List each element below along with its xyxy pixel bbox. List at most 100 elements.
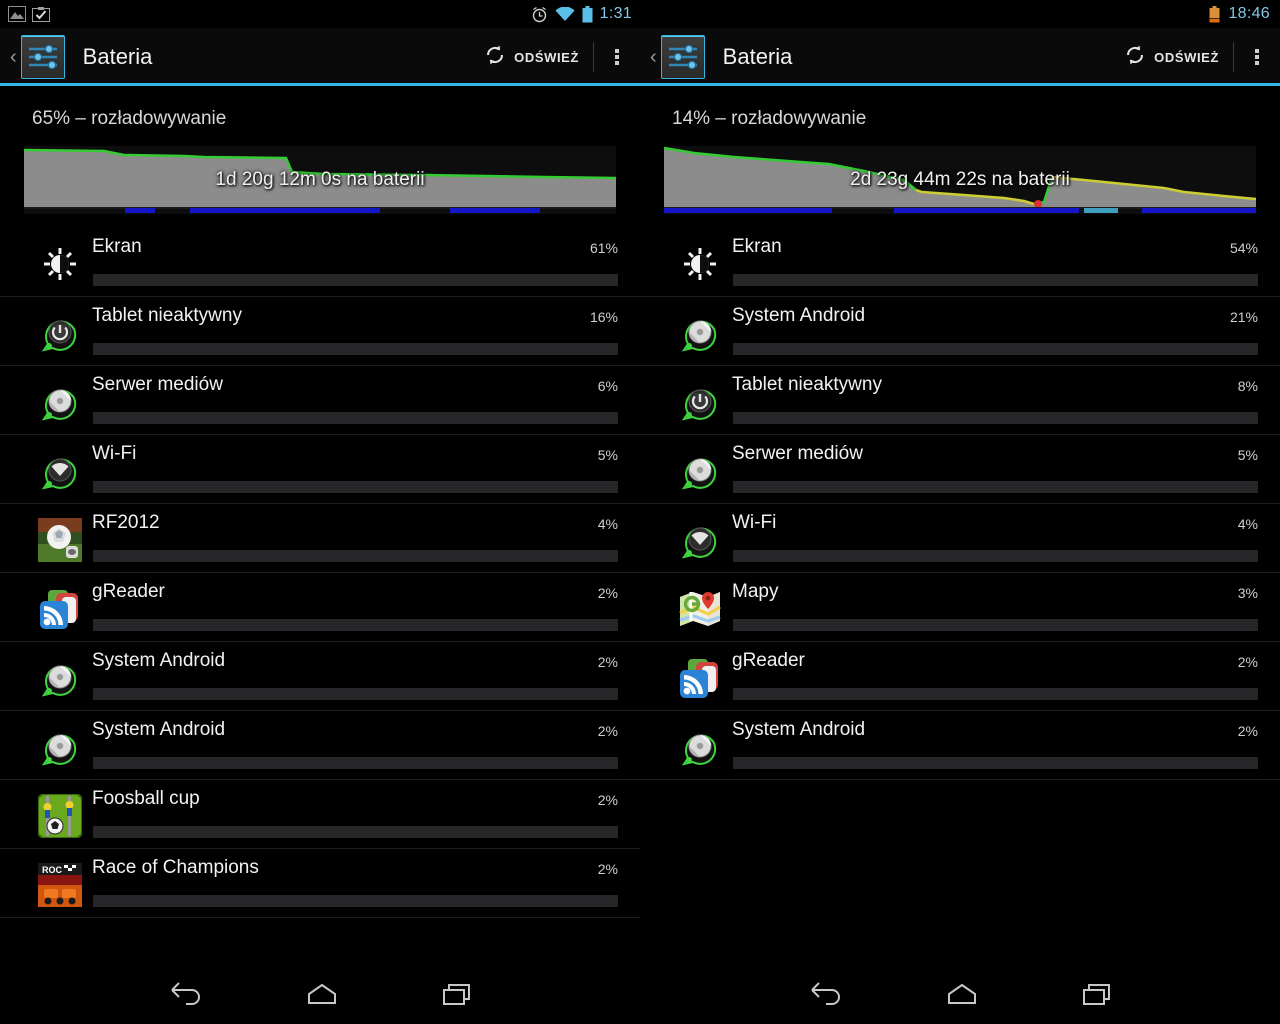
list-item[interactable]: ROC Race of Champions 2% (0, 849, 640, 918)
list-item-progress-track (733, 619, 1258, 631)
list-item[interactable]: Serwer mediów 5% (640, 435, 1280, 504)
list-item-percent: 2% (597, 861, 618, 877)
list-item[interactable]: Ekran 61% (0, 228, 640, 297)
list-item-progress-track (733, 481, 1258, 493)
recents-icon[interactable] (412, 964, 504, 1024)
list-item[interactable]: Tablet nieaktywny 16% (0, 297, 640, 366)
list-item-percent: 4% (1237, 516, 1258, 532)
action-bars: ‹ Bateria ODŚWIEŻ ‹ Bateria ODŚWIEŻ (0, 28, 1280, 86)
refresh-button-right[interactable]: ODŚWIEŻ (1114, 44, 1233, 71)
list-item[interactable]: System Android 2% (640, 711, 1280, 780)
status-bar-clock-right: 18:46 (1228, 5, 1270, 22)
list-item-name: Mapy (732, 581, 779, 602)
list-item-percent: 4% (597, 516, 618, 532)
list-item-name: Ekran (92, 236, 142, 257)
alarm-icon (531, 6, 548, 23)
settings-sliders-icon[interactable] (20, 35, 65, 79)
wifi-icon (555, 6, 575, 22)
battery-history-chart-right[interactable]: 2d 23g 44m 22s na baterii (664, 146, 1256, 214)
status-bar-notifications[interactable] (0, 6, 50, 22)
back-icon[interactable] (780, 964, 872, 1024)
list-item-name: Race of Champions (92, 857, 259, 878)
list-item-name: RF2012 (92, 512, 160, 533)
battery-panel-left: 65% – rozładowywanie 1d 20g 12m 0s na ba… (0, 86, 640, 964)
list-item[interactable]: Wi-Fi 5% (0, 435, 640, 504)
chart-event-charging (1084, 208, 1118, 213)
up-navigation-left[interactable]: ‹ (0, 47, 21, 67)
list-item-progress-track (93, 412, 618, 424)
android-system-icon (678, 311, 722, 355)
status-bar-clock-left: 1:31 (599, 5, 632, 22)
battery-summary-right: 14% – rozładowywanie (672, 108, 867, 129)
battery-low-icon (1209, 5, 1220, 23)
list-item[interactable]: Mapy 3% (640, 573, 1280, 642)
list-item[interactable]: Serwer mediów 6% (0, 366, 640, 435)
back-icon[interactable] (140, 964, 232, 1024)
android-system-icon (38, 725, 82, 769)
battery-usage-list-right: Ekran 54% System Android 21% Tablet niea… (640, 228, 1280, 780)
checkbox-tray-icon (32, 6, 50, 22)
home-icon[interactable] (276, 964, 368, 1024)
battery-history-chart-left[interactable]: 1d 20g 12m 0s na baterii (24, 146, 616, 214)
chart-event-screen-on (190, 208, 380, 213)
foosball-icon (37, 793, 83, 842)
status-bar-left-system[interactable]: 1:31 (531, 0, 632, 28)
overflow-dot (1255, 49, 1259, 53)
overflow-menu-icon-right[interactable] (1234, 28, 1280, 86)
list-item-percent: 2% (1237, 723, 1258, 739)
up-navigation-right[interactable]: ‹ (640, 47, 661, 67)
list-item[interactable]: RF2012 4% (0, 504, 640, 573)
list-item-name: Wi-Fi (92, 443, 137, 464)
android-system-icon (678, 449, 722, 493)
overflow-dot (1255, 61, 1259, 65)
refresh-icon (1124, 44, 1146, 71)
list-item-percent: 2% (597, 585, 618, 601)
list-item-progress-track (733, 274, 1258, 286)
list-item[interactable]: System Android 2% (0, 642, 640, 711)
refresh-button-left[interactable]: ODŚWIEŻ (474, 44, 593, 71)
home-icon[interactable] (916, 964, 1008, 1024)
page-title-left: Bateria (82, 44, 153, 69)
power-android-icon (678, 380, 722, 424)
battery-usage-list-left: Ekran 61% Tablet nieaktywny 16% Serwer m… (0, 228, 640, 918)
list-item-name: System Android (92, 719, 226, 740)
chart-event-screen-on (450, 208, 540, 213)
list-item-progress-track (93, 274, 618, 286)
list-item-percent: 2% (1237, 654, 1258, 670)
chart-event-screen-on (664, 208, 832, 213)
list-item[interactable]: Foosball cup 2% (0, 780, 640, 849)
list-item-percent: 5% (1237, 447, 1258, 463)
settings-sliders-icon[interactable] (660, 35, 705, 79)
list-item[interactable]: gReader 2% (640, 642, 1280, 711)
list-item-percent: 2% (597, 654, 618, 670)
list-item-progress-track (93, 481, 618, 493)
list-item-progress-track (93, 550, 618, 562)
list-item-name: Serwer mediów (92, 374, 223, 395)
battery-icon (582, 5, 593, 23)
chart-marker-low-battery (1034, 200, 1042, 208)
list-item[interactable]: Tablet nieaktywny 8% (640, 366, 1280, 435)
refresh-label-left: ODŚWIEŻ (514, 49, 579, 65)
wifi-android-icon (38, 449, 82, 493)
rf2012-icon (38, 518, 82, 566)
greader-icon (678, 659, 722, 704)
list-item-progress-track (93, 343, 618, 355)
status-bar-right-system[interactable]: 18:46 (1209, 0, 1270, 28)
greader-icon (38, 590, 82, 635)
overflow-menu-icon-left[interactable] (594, 28, 640, 86)
list-item-progress-track (93, 619, 618, 631)
list-item[interactable]: Wi-Fi 4% (640, 504, 1280, 573)
list-item[interactable]: System Android 21% (640, 297, 1280, 366)
list-item[interactable]: gReader 2% (0, 573, 640, 642)
wifi-android-icon (678, 518, 722, 562)
refresh-icon (484, 44, 506, 71)
list-item[interactable]: Ekran 54% (640, 228, 1280, 297)
list-item[interactable]: System Android 2% (0, 711, 640, 780)
recents-icon[interactable] (1052, 964, 1144, 1024)
list-item-name: System Android (732, 719, 866, 740)
list-item-percent: 61% (589, 240, 618, 256)
action-bar-right: ‹ Bateria ODŚWIEŻ (640, 28, 1280, 86)
list-item-progress-track (733, 688, 1258, 700)
chart-duration-label-right: 2d 23g 44m 22s na baterii (850, 169, 1070, 190)
overflow-dot (615, 49, 619, 53)
